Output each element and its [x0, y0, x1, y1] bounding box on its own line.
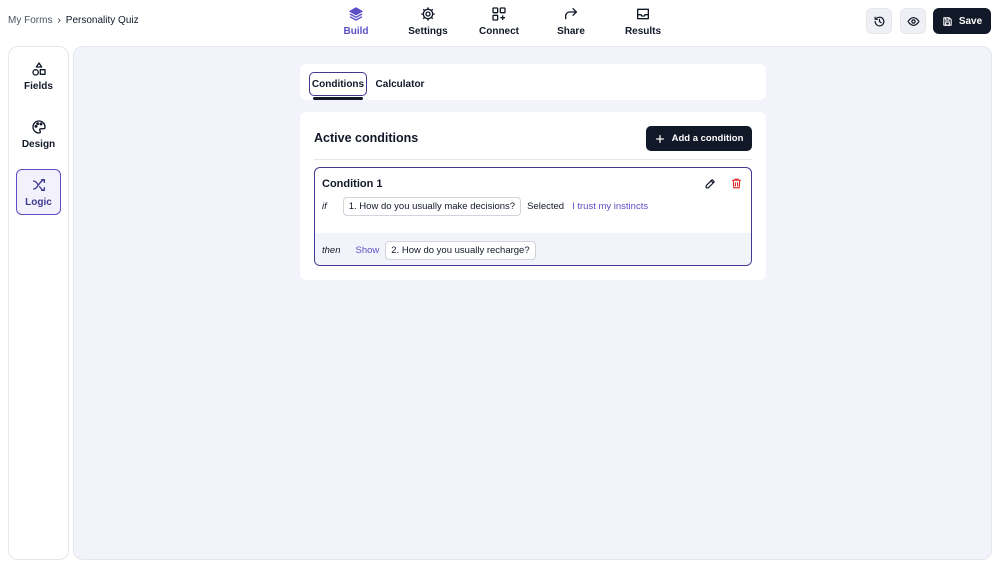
gear-icon	[421, 7, 435, 21]
value-text: I trust my instincts	[572, 201, 649, 212]
trash-icon[interactable]	[730, 177, 743, 190]
preview-button[interactable]	[900, 8, 926, 34]
shapes-icon	[31, 61, 46, 76]
top-nav: Build Settings Connect Share Results	[0, 0, 1000, 44]
nav-settings[interactable]: Settings	[393, 6, 463, 37]
panel-title: Active conditions	[314, 131, 419, 145]
logic-canvas: Conditions Calculator Active conditions …	[73, 46, 992, 560]
logic-tabs: Conditions Calculator	[300, 64, 766, 100]
sidebar-item-label: Logic	[25, 196, 52, 208]
conditions-panel: Active conditions Add a condition Condit…	[300, 112, 766, 280]
nav-build[interactable]: Build	[321, 6, 391, 37]
operator-text: Selected	[527, 201, 565, 212]
save-button[interactable]: Save	[933, 8, 991, 34]
add-condition-button[interactable]: Add a condition	[646, 126, 752, 151]
inbox-icon	[637, 8, 649, 20]
nav-share-label: Share	[557, 26, 585, 37]
top-header: My Forms › Personality Quiz Build Settin…	[0, 0, 1000, 44]
floppy-icon	[943, 16, 952, 26]
save-label: Save	[958, 15, 983, 27]
history-icon	[874, 16, 884, 26]
tab-calculator[interactable]: Calculator	[372, 72, 428, 96]
add-condition-label: Add a condition	[671, 133, 744, 144]
nav-settings-label: Settings	[408, 26, 448, 37]
condition-title: Condition 1	[322, 178, 383, 190]
action-text: Show	[355, 244, 380, 256]
connect-icon	[492, 7, 506, 21]
then-keyword: then	[322, 244, 341, 256]
sidebar-item-fields[interactable]: Fields	[16, 53, 61, 99]
layers-icon	[349, 7, 363, 21]
nav-connect-label: Connect	[479, 26, 519, 37]
condition-then-row: then Show 2. How do you usually recharge…	[315, 233, 751, 265]
target-question-chip[interactable]: 2. How do you usually recharge?	[385, 240, 536, 260]
tab-active-indicator	[313, 97, 363, 100]
nav-connect[interactable]: Connect	[464, 6, 534, 37]
nav-share[interactable]: Share	[536, 6, 606, 37]
if-keyword: if	[322, 201, 327, 212]
sidebar-item-logic[interactable]: Logic	[16, 169, 61, 215]
divider	[314, 159, 752, 160]
pencil-icon[interactable]	[704, 177, 717, 190]
nav-results-label: Results	[624, 26, 662, 37]
share-icon	[565, 7, 577, 20]
nav-build-label: Build	[343, 26, 369, 37]
history-button[interactable]	[866, 8, 892, 34]
eye-icon	[906, 16, 920, 26]
sidebar-item-label: Design	[21, 138, 56, 150]
sidebar-item-label: Fields	[24, 80, 53, 92]
condition-if-row: if 1. How do you usually make decisions?…	[322, 197, 648, 216]
condition-card[interactable]: Condition 1 if 1. How do you usually mak…	[314, 167, 752, 266]
sidebar-item-design[interactable]: Design	[16, 111, 61, 157]
nav-results[interactable]: Results	[608, 6, 678, 37]
builder-sidebar: Fields Design Logic	[8, 46, 69, 560]
question-chip[interactable]: 1. How do you usually make decisions?	[342, 197, 522, 216]
tab-conditions[interactable]: Conditions	[309, 72, 367, 96]
palette-icon	[31, 119, 46, 134]
plus-icon	[655, 134, 664, 143]
shuffle-icon	[32, 178, 45, 191]
